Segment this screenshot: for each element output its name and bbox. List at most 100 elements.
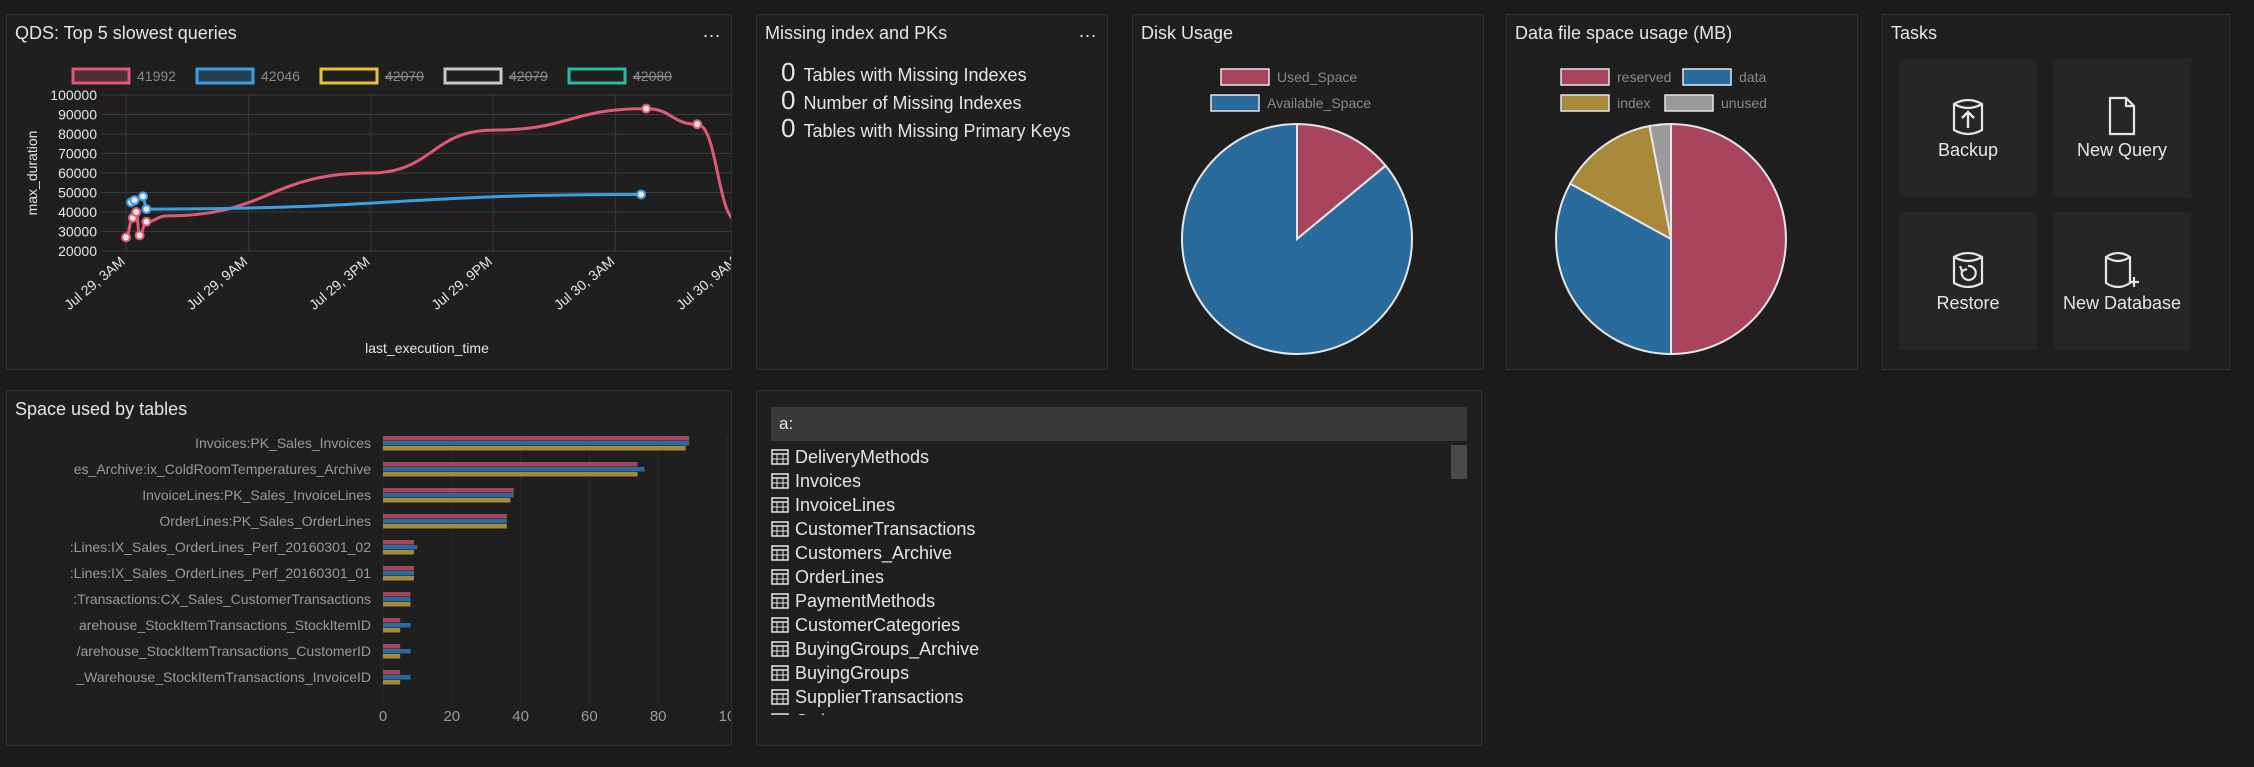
bar [383,644,401,649]
data-point [641,103,652,114]
table-list-item[interactable]: Customers_Archive [771,541,1451,565]
missing-index-label: Tables with Missing Primary Keys [803,121,1071,141]
missing-index-label: Tables with Missing Indexes [803,65,1027,85]
bar [383,519,507,524]
missing-index-menu-button[interactable]: ... [1079,21,1097,42]
bar [383,493,514,498]
x-tick-label: 40 [512,708,529,725]
table-list-item[interactable]: CustomerTransactions [771,517,1451,541]
disk-usage-widget: Disk Usage Used_Space Available_Space [1132,14,1484,370]
table-list-item[interactable]: Orders [771,709,1451,715]
data-point [121,232,131,243]
new-query-icon [2108,96,2136,135]
legend-swatch [195,67,255,85]
table-list-item[interactable]: PaymentMethods [771,589,1451,613]
legend-swatch [443,67,503,85]
table-icon [771,569,789,585]
table-list-scrollbar[interactable] [1451,445,1467,479]
bar [383,597,411,602]
data-point [141,216,152,227]
pie-slice [1670,122,1787,356]
legend-swatch [1560,68,1610,86]
data-file-widget: Data file space usage (MB) reserved data i… [1506,14,1858,370]
table-list-widget: a: DeliveryMethods Invoices InvoiceLines [756,390,1482,746]
x-tick-label: 60 [581,708,598,725]
y-tick-label: 40000 [58,204,97,220]
category-label: /arehouse_StockItemTransactions_Customer… [77,643,371,659]
data-point [129,195,140,206]
y-axis-label: max_duration [24,131,40,216]
bar [383,618,401,623]
legend-label: unused [1721,95,1767,111]
table-list-item[interactable]: Invoices [771,469,1451,493]
table-list-item[interactable]: BuyingGroups_Archive [771,637,1451,661]
new-database-icon [2104,251,2139,288]
bar [383,441,690,446]
missing-index-count: 0 [781,113,796,143]
table-list-item-label: InvoiceLines [795,494,896,515]
bar [383,540,414,545]
legend-swatch [1210,94,1260,112]
table-list-item[interactable]: SupplierTransactions [771,685,1451,709]
space-tables-bar-chart: 0 20 40 60 80 10 Invoices:PK_Sales_Invoices es_… [70,435,732,725]
table-list-item[interactable]: OrderLines [771,565,1451,589]
x-tick-label: 20 [443,708,460,725]
table-list-item-label: Orders [795,711,850,716]
bar [383,498,511,503]
bar [383,576,414,581]
y-tick-label: 80000 [58,126,97,142]
table-icon [771,713,789,715]
legend-label: 42079 [509,68,548,84]
table-list-item[interactable]: CustomerCategories [771,613,1451,637]
backup-icon [1952,98,1984,135]
restore-button[interactable]: Restore [1899,212,2037,350]
qds-line-chart: 20000 30000 40000 50000 60000 70000 80000 90000… [24,67,731,356]
data-point [138,191,148,202]
category-label: OrderLines:PK_Sales_OrderLines [159,513,371,529]
missing-index-widget: Missing index and PKs ... 0 Tables with … [756,14,1108,370]
data-file-pie-chart: reserved data index unused [1555,68,1787,356]
restore-icon [1952,251,1984,288]
y-tick-label: 90000 [58,107,97,123]
data-point [134,230,145,241]
bar [383,488,514,493]
legend-swatch [71,67,131,85]
backup-label: Backup [1937,139,1999,160]
table-list-item-label: DeliveryMethods [795,446,930,467]
bar [383,467,645,472]
x-tick-label: 0 [379,708,387,725]
x-tick-label: Jul 29, 3AM [61,253,128,313]
table-icon [771,665,789,681]
category-label: arehouse_StockItemTransactions_StockItem… [79,617,371,633]
legend-label: index [1617,95,1650,111]
table-list-item[interactable]: BuyingGroups [771,661,1451,685]
legend-label: 42080 [633,68,672,84]
backup-button[interactable]: Backup [1899,59,2037,197]
bar [383,524,507,529]
x-axis-label: last_execution_time [365,340,489,356]
x-tick-label: Jul 29, 9PM [428,253,495,313]
table-list: DeliveryMethods Invoices InvoiceLines Cu… [771,445,1451,715]
data-point [692,119,703,130]
table-search-input[interactable]: a: [771,407,1467,441]
legend-swatch [1560,94,1610,112]
bar [383,623,411,628]
y-tick-label: 30000 [58,224,97,240]
tasks-widget: Tasks Backup New Query Restore New Datab… [1882,14,2230,370]
missing-index-row: 0 Tables with Missing Primary Keys [781,115,1071,142]
missing-index-row: 0 Tables with Missing Indexes [781,59,1027,86]
table-icon [771,617,789,633]
x-tick-label: 10 [719,708,732,725]
x-tick-label: 80 [650,708,667,725]
data-point [636,189,647,200]
bar [383,566,414,571]
table-list-item[interactable]: InvoiceLines [771,493,1451,517]
table-icon [771,641,789,657]
y-tick-label: 20000 [58,243,97,259]
legend-swatch [1664,94,1714,112]
new-database-button[interactable]: New Database [2053,212,2191,350]
new-query-label: New Query [2076,139,2168,160]
new-query-button[interactable]: New Query [2053,59,2191,197]
table-list-item[interactable]: DeliveryMethods [771,445,1451,469]
table-list-item-label: SupplierTransactions [795,686,964,707]
